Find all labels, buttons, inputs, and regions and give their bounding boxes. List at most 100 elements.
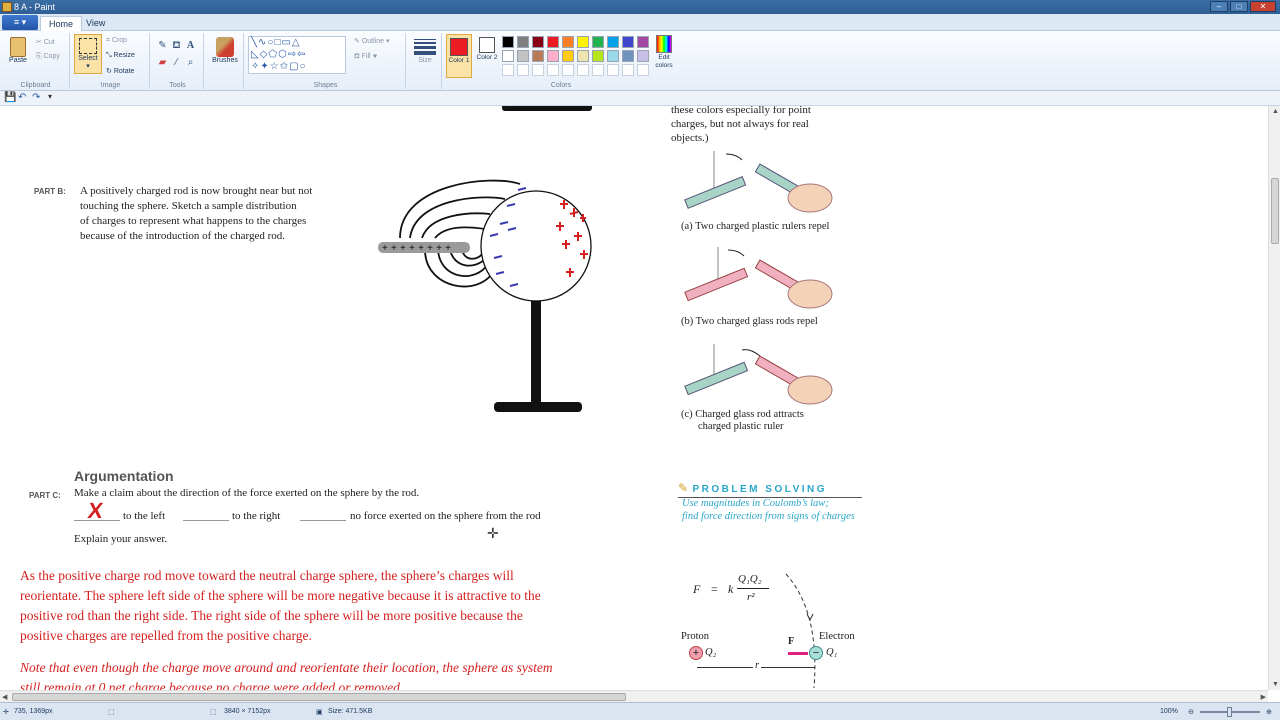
horizontal-scrollbar[interactable]: ◀ ▶	[0, 690, 1268, 702]
palette-swatch[interactable]	[592, 36, 604, 48]
zoom-out-icon[interactable]: ⊖	[1188, 708, 1194, 716]
palette-swatch[interactable]	[607, 64, 619, 76]
vertical-scroll-thumb[interactable]	[1271, 178, 1279, 244]
fill-bucket-icon[interactable]: ⛾	[170, 39, 183, 52]
coulomb-k: k	[728, 582, 734, 596]
select-button[interactable]: Select ▾	[74, 34, 102, 74]
palette-swatch[interactable]	[562, 64, 574, 76]
scissors-icon: ✂	[36, 39, 44, 46]
fill-button[interactable]: ⛾ Fill ▾	[354, 52, 377, 61]
scroll-up-icon[interactable]: ▲	[1272, 108, 1279, 115]
palette-swatch[interactable]	[502, 64, 514, 76]
save-icon[interactable]: 💾	[4, 92, 16, 103]
palette-swatch[interactable]	[517, 50, 529, 62]
palette-swatch[interactable]	[562, 36, 574, 48]
palette-swatch[interactable]	[547, 50, 559, 62]
tab-home[interactable]: Home	[40, 16, 83, 31]
size-button[interactable]: Size	[412, 37, 438, 64]
palette-swatch[interactable]	[577, 64, 589, 76]
palette-swatch[interactable]	[592, 50, 604, 62]
drawing-canvas[interactable]: PART B: A positively charged rod is now …	[0, 106, 1268, 690]
cut-button[interactable]: ✂ Cut	[36, 38, 55, 46]
pencil-icon[interactable]: ✎	[156, 39, 169, 52]
palette-swatch[interactable]	[517, 36, 529, 48]
close-button[interactable]: ✕	[1250, 1, 1276, 12]
palette-swatch[interactable]	[637, 64, 649, 76]
resize-button[interactable]: ⤡ Resize	[106, 52, 135, 60]
copy-button[interactable]: ⎘ Copy	[36, 53, 60, 61]
window-title: 8 A - Paint	[14, 2, 56, 12]
resize-icon: ⤡	[106, 52, 114, 59]
tab-view[interactable]: View	[78, 16, 113, 31]
figure-c-attract	[684, 344, 833, 405]
image-group: Select ▾ ⌗ Crop ⤡ Resize ↻ Rotate Image	[72, 33, 150, 89]
problem-solving-title: PROBLEM SOLVING	[692, 484, 828, 495]
palette-swatch[interactable]	[517, 64, 529, 76]
window-controls: – □ ✕	[1210, 1, 1276, 12]
palette-swatch[interactable]	[622, 64, 634, 76]
scroll-left-icon[interactable]: ◀	[2, 693, 7, 701]
tools-group: ✎ ⛾ A ▰ ⁄ ⌕ Tools	[152, 33, 204, 89]
crop-button[interactable]: ⌗ Crop	[106, 37, 127, 45]
rotate-button[interactable]: ↻ Rotate	[106, 67, 134, 75]
color-picker-icon[interactable]: ⁄	[170, 56, 183, 69]
palette-swatch[interactable]	[532, 36, 544, 48]
palette-swatch[interactable]	[547, 64, 559, 76]
redo-icon[interactable]: ↷	[32, 92, 40, 103]
eraser-icon[interactable]: ▰	[156, 56, 169, 69]
palette-swatch[interactable]	[637, 50, 649, 62]
file-menu-button[interactable]: ≡ ▾	[2, 15, 38, 30]
brushes-button[interactable]: Brushes	[210, 37, 240, 64]
shapes-gallery[interactable]: ╲∿○□▭△ ◺◇⬠⬡⇨⇦ ✧✦☆✩▢○	[248, 36, 346, 74]
cursor-position: 735, 1369px	[14, 708, 53, 715]
ribbon: Paste ✂ Cut ⎘ Copy Clipboard Select ▾ ⌗ …	[0, 31, 1280, 91]
option-left: to the left	[123, 510, 166, 522]
outline-button[interactable]: ✎ Outline ▾	[354, 37, 389, 45]
palette-swatch[interactable]	[607, 50, 619, 62]
maximize-button[interactable]: □	[1230, 1, 1248, 12]
problem-solving-box: ✎ PROBLEM SOLVING	[678, 479, 862, 498]
edit-colors-button[interactable]: Edit colors	[650, 35, 678, 70]
palette-swatch[interactable]	[622, 36, 634, 48]
polygon-shape-icon[interactable]: ◺◇⬠⬡⇨⇦	[251, 49, 307, 60]
minimize-button[interactable]: –	[1210, 1, 1228, 12]
line-shape-icon[interactable]: ╲∿○□▭△	[251, 37, 301, 48]
palette-swatch[interactable]	[622, 50, 634, 62]
zoom-in-icon[interactable]: ⊕	[1266, 708, 1272, 716]
shapes-group-label: Shapes	[313, 82, 338, 89]
zoom-slider-thumb[interactable]	[1227, 707, 1232, 717]
coulomb-arc	[785, 573, 816, 689]
undo-icon[interactable]: ↶	[18, 92, 26, 103]
horizontal-scroll-thumb[interactable]	[12, 693, 626, 701]
palette-swatch[interactable]	[532, 64, 544, 76]
vertical-scrollbar[interactable]: ▲ ▼	[1268, 106, 1280, 690]
palette-swatch[interactable]	[607, 36, 619, 48]
palette-swatch[interactable]	[637, 36, 649, 48]
partB-text: A positively charged rod is now brought …	[80, 185, 313, 242]
palette-swatch[interactable]	[547, 36, 559, 48]
star-shape-icon[interactable]: ✧✦☆✩▢○	[251, 61, 307, 72]
text-tool-icon[interactable]: A	[184, 39, 197, 52]
color2-button[interactable]: Color 2	[474, 37, 500, 61]
customize-qat-icon[interactable]: ▾	[48, 92, 52, 101]
force-vector-label: F⃗	[788, 636, 802, 647]
palette-swatch[interactable]	[577, 36, 589, 48]
q2-label: Q₂	[705, 647, 717, 658]
palette-swatch[interactable]	[532, 50, 544, 62]
partB-section: PART B:	[34, 185, 66, 197]
partB-label: PART B:	[34, 187, 66, 196]
magnifier-icon[interactable]: ⌕	[184, 56, 197, 69]
zoom-level: 100%	[1160, 708, 1178, 715]
palette-swatch[interactable]	[502, 50, 514, 62]
palette-swatch[interactable]	[577, 50, 589, 62]
palette-swatch[interactable]	[592, 64, 604, 76]
scroll-right-icon[interactable]: ▶	[1261, 693, 1266, 701]
scroll-down-icon[interactable]: ▼	[1272, 681, 1279, 688]
palette-swatch[interactable]	[562, 50, 574, 62]
palette-swatch[interactable]	[502, 36, 514, 48]
paste-button[interactable]: Paste	[6, 37, 30, 64]
crosshair-cursor-icon: ✛	[487, 525, 499, 541]
color1-button[interactable]: Color 1	[446, 34, 472, 78]
clipboard-group-label: Clipboard	[20, 82, 51, 89]
selection-size-icon: ⬚	[108, 709, 115, 716]
